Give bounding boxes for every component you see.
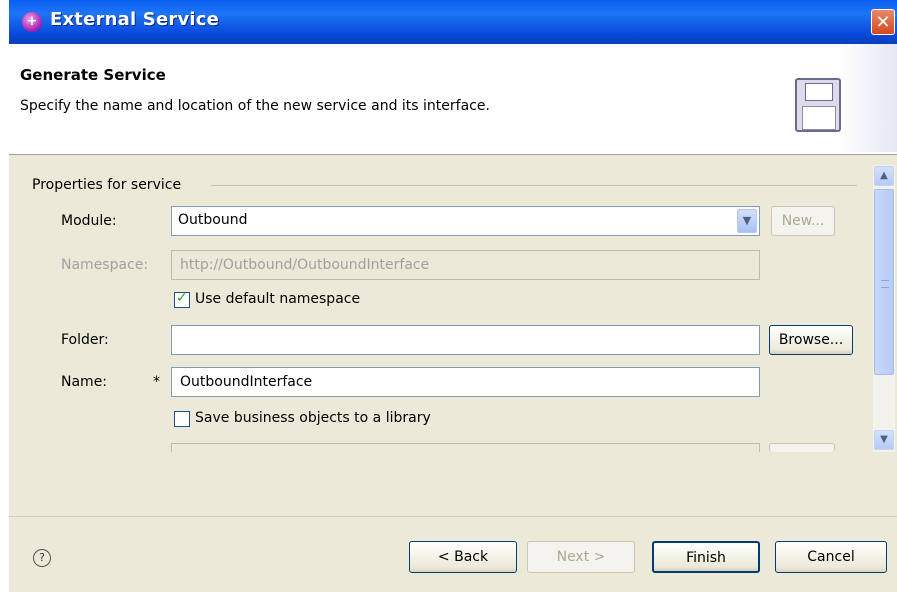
title-bar[interactable]: + External Service ✕ bbox=[9, 0, 897, 44]
finish-button[interactable]: Finish bbox=[652, 541, 760, 573]
folder-field[interactable] bbox=[171, 325, 760, 355]
app-icon: + bbox=[22, 12, 42, 32]
library-field-partial bbox=[171, 443, 760, 452]
use-default-namespace-checkbox[interactable]: ✓ bbox=[174, 290, 190, 308]
required-marker: * bbox=[153, 374, 160, 390]
module-value: Outbound bbox=[178, 212, 248, 228]
use-default-namespace-label[interactable]: Use default namespace bbox=[195, 291, 360, 307]
page-description: Specify the name and location of the new… bbox=[20, 98, 490, 114]
floppy-disk-icon bbox=[795, 78, 841, 132]
browse-button[interactable]: Browse... bbox=[769, 325, 853, 355]
module-label: Module: bbox=[61, 213, 117, 229]
page-title: Generate Service bbox=[20, 66, 166, 84]
window-title: External Service bbox=[50, 9, 220, 30]
next-button[interactable]: Next > bbox=[527, 541, 635, 573]
name-field[interactable]: OutboundInterface bbox=[171, 367, 760, 397]
group-divider bbox=[211, 185, 857, 186]
header-banner: Generate Service Specify the name and lo… bbox=[9, 44, 897, 155]
properties-panel: Properties for service Module: Outbound … bbox=[9, 155, 897, 452]
back-button[interactable]: < Back bbox=[409, 541, 517, 573]
help-icon[interactable]: ? bbox=[33, 549, 51, 567]
vertical-scrollbar[interactable]: ▲ ▼ bbox=[873, 165, 895, 452]
namespace-label: Namespace: bbox=[61, 257, 149, 273]
namespace-value: http://Outbound/OutboundInterface bbox=[180, 257, 430, 273]
dialog-window: + External Service ✕ Generate Service Sp… bbox=[9, 0, 897, 592]
new-module-button[interactable]: New... bbox=[771, 206, 835, 236]
module-dropdown[interactable]: Outbound ▼ bbox=[171, 206, 760, 236]
name-value: OutboundInterface bbox=[180, 374, 313, 390]
save-to-library-checkbox[interactable] bbox=[174, 411, 190, 427]
scroll-thumb[interactable] bbox=[874, 189, 894, 375]
close-icon: ✕ bbox=[875, 12, 891, 33]
group-label: Properties for service bbox=[32, 177, 182, 193]
namespace-field[interactable]: http://Outbound/OutboundInterface bbox=[171, 250, 760, 280]
name-label: Name: bbox=[61, 374, 108, 390]
scroll-down-icon[interactable]: ▼ bbox=[874, 430, 894, 450]
close-button[interactable]: ✕ bbox=[871, 9, 895, 35]
banner-decoration bbox=[839, 44, 897, 152]
checkmark-icon: ✓ bbox=[176, 290, 188, 306]
library-button-partial bbox=[769, 443, 835, 452]
folder-label: Folder: bbox=[61, 332, 109, 348]
scroll-up-icon[interactable]: ▲ bbox=[874, 166, 894, 186]
footer-divider bbox=[9, 516, 897, 517]
cancel-button[interactable]: Cancel bbox=[775, 541, 887, 573]
save-to-library-label[interactable]: Save business objects to a library bbox=[195, 410, 431, 426]
dropdown-arrow-icon[interactable]: ▼ bbox=[737, 209, 757, 233]
